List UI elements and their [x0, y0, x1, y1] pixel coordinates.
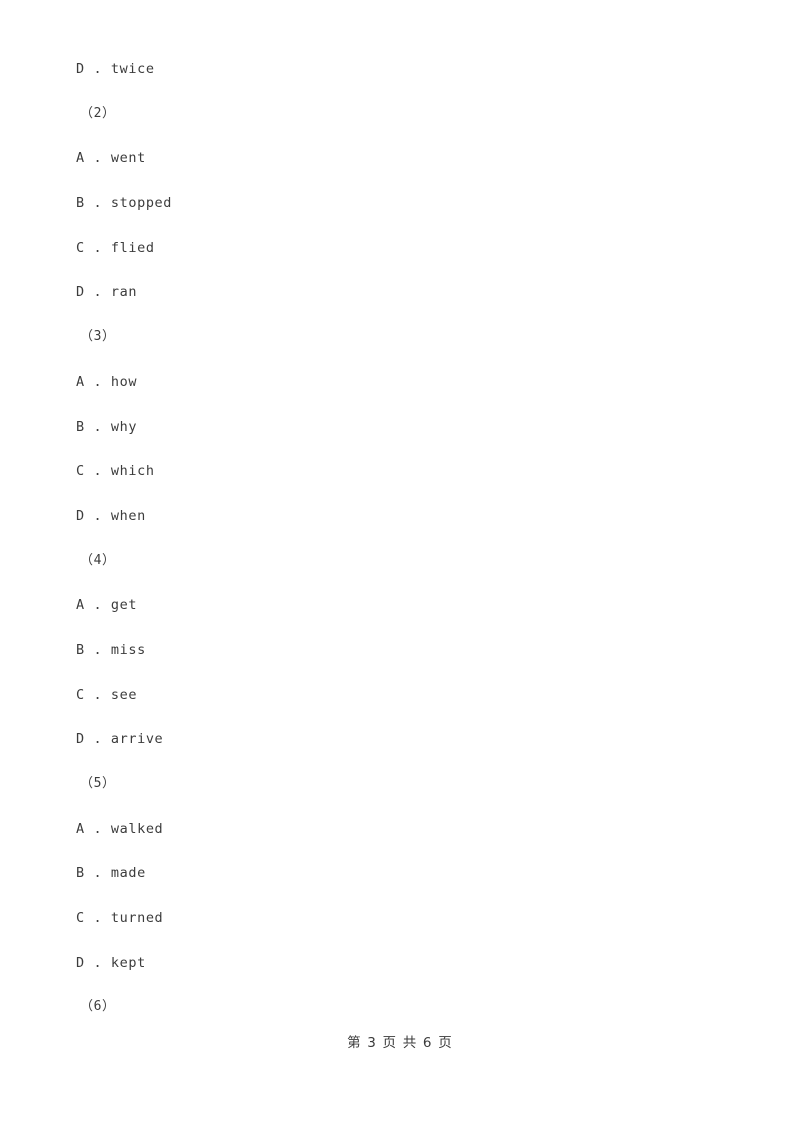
answer-option-d: D . arrive [76, 731, 164, 748]
answer-option-a: A . walked [76, 820, 164, 837]
document-page: D . twice （2） A . went B . stopped C . flied… [0, 0, 800, 1132]
answer-option-a: A . how [76, 373, 138, 390]
answer-option-a: A . get [76, 597, 138, 614]
question-number-marker: （5） [80, 776, 116, 791]
answer-option-d: D . twice [76, 61, 155, 77]
answer-option-c: C . which [76, 463, 155, 480]
answer-option-b: B . why [76, 418, 138, 435]
question-options-list: D . twice （2） A . went B . stopped C . flied… [76, 47, 736, 1030]
answer-option-c: C . see [76, 686, 138, 703]
answer-option-b: B . stopped [76, 195, 173, 212]
question-number-marker: （3） [80, 329, 116, 345]
answer-option-d: D . ran [76, 284, 138, 301]
answer-option-b: B . miss [76, 641, 146, 658]
answer-option-c: C . flied [76, 239, 155, 256]
answer-option-d: D . when [76, 507, 146, 524]
question-number-marker: （2） [80, 105, 116, 121]
answer-option-a: A . went [76, 150, 146, 167]
answer-option-d: D . kept [76, 954, 146, 971]
page-footer: 第 3 页 共 6 页 [347, 1035, 453, 1051]
answer-option-c: C . turned [76, 910, 164, 927]
answer-option-b: B . made [76, 865, 146, 882]
question-number-marker: （6） [80, 999, 116, 1015]
question-number-marker: （4） [80, 552, 116, 568]
